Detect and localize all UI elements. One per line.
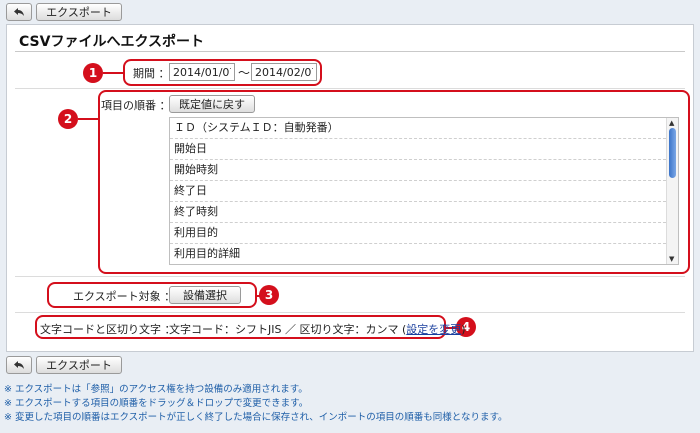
period-end-input[interactable] [251,63,317,81]
order-list[interactable]: ＩＤ（システムＩＤ：自動発番） 開始日 開始時刻 終了日 終了時刻 利用目的 利… [169,117,679,265]
order-label: 項目の順番 ： [101,99,171,112]
note-2: ※ エクスポートする項目の順番をドラッグ＆ドロップで変更できます。 [4,398,309,409]
period-start-input[interactable] [169,63,235,81]
connector-1 [103,72,123,74]
select-facility-button[interactable]: 設備選択 [169,286,241,304]
scrollbar-thumb[interactable] [669,128,676,178]
export-panel: CSVファイルへエクスポート 1 期間 ： 〜 2 項目の順番 ： 既定値に戻す… [6,24,694,352]
charcode-value: 文字コード：シフトJIS ／ 区切り文字：カンマ (設定を変更) [169,321,466,337]
period-label: 期間 ： [133,67,170,80]
row-divider-1 [15,88,685,89]
list-item[interactable]: ＩＤ（システムＩＤ：自動発番） [170,118,666,139]
list-item[interactable]: 終了日 [170,181,666,202]
note-1: ※ エクスポートは「参照」のアクセス権を持つ設備のみ適用されます。 [4,384,308,395]
period-separator: 〜 [238,66,251,80]
badge-3: 3 [259,285,279,305]
export-button[interactable]: エクスポート [36,3,122,21]
badge-1: 1 [83,63,103,83]
page-title: CSVファイルへエクスポート [19,34,205,50]
target-label: エクスポート対象 ： [73,290,176,303]
row-divider-3 [15,312,685,313]
reset-order-button[interactable]: 既定値に戻す [169,95,255,113]
notes: ※ エクスポートは「参照」のアクセス権を持つ設備のみ適用されます。 ※ エクスポート… [4,383,508,425]
top-toolbar: エクスポート [6,3,122,21]
back-button-bottom[interactable] [6,356,32,374]
order-list-scrollbar[interactable]: ▲ ▼ [666,118,678,264]
back-button[interactable] [6,3,32,21]
list-item[interactable]: 終了時刻 [170,202,666,223]
charcode-label: 文字コードと区切り文字 ： [40,323,176,336]
charcode-paren-close: ) [461,323,466,336]
list-item[interactable]: 利用目的詳細 [170,244,666,264]
row-divider-2 [15,276,685,277]
back-arrow-icon [14,8,24,16]
change-settings-link[interactable]: 設定を変更 [406,323,461,336]
title-divider [15,51,685,52]
bottom-toolbar: エクスポート [6,356,122,374]
connector-2 [78,118,98,120]
list-item[interactable]: 開始日 [170,139,666,160]
back-arrow-icon [14,361,24,369]
scroll-down-arrow-icon[interactable]: ▼ [669,255,674,263]
export-button-bottom[interactable]: エクスポート [36,356,122,374]
list-item[interactable]: 利用目的 [170,223,666,244]
badge-2: 2 [58,109,78,129]
charcode-text: 文字コード：シフトJIS ／ 区切り文字：カンマ [169,323,399,336]
note-3: ※ 変更した項目の順番はエクスポートが正しく終了した場合に保存され、インポートの項… [4,412,508,423]
scroll-up-arrow-icon[interactable]: ▲ [669,119,674,127]
list-item[interactable]: 開始時刻 [170,160,666,181]
